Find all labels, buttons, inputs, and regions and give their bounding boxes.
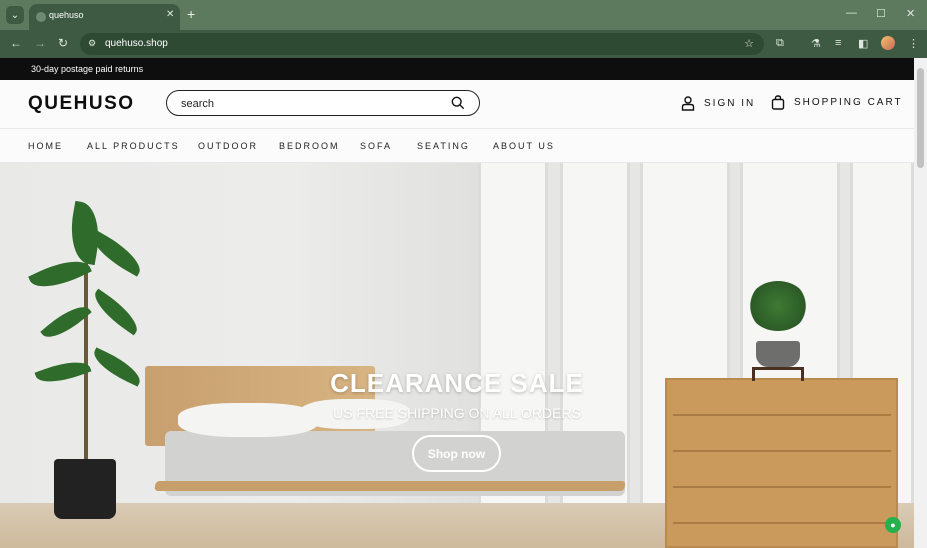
- announcement-bar: 30-day postage paid returns: [0, 58, 914, 80]
- bonsai-plant: [748, 281, 808, 331]
- search-input[interactable]: search: [166, 90, 480, 116]
- nav-item-outdoor[interactable]: OUTDOOR: [198, 141, 258, 151]
- hero-subtitle: US FREE SHIPPING ON ALL ORDERS: [333, 405, 581, 421]
- bed-frame: [154, 481, 626, 491]
- browser-tab[interactable]: quehuso ✕: [29, 4, 180, 30]
- tab-favicon-icon: [36, 12, 46, 22]
- dresser-drawer: [673, 492, 891, 524]
- back-arrow-left-icon[interactable]: ←: [10, 36, 22, 50]
- forward-arrow-right-icon[interactable]: →: [34, 36, 46, 50]
- plant-pot: [54, 459, 116, 519]
- sign-in-label: SIGN IN: [704, 98, 756, 109]
- scrollbar-thumb[interactable]: [917, 68, 924, 168]
- page-scrollbar[interactable]: [914, 58, 927, 548]
- hero-title: CLEARANCE SALE: [330, 368, 584, 398]
- dresser-drawer: [673, 420, 891, 452]
- announcement-text: 30-day postage paid returns: [31, 64, 144, 74]
- nav-item-about-us[interactable]: ABOUT US: [493, 141, 555, 151]
- tab-close-icon[interactable]: ✕: [166, 9, 174, 20]
- bonsai-pot: [756, 341, 800, 367]
- kebab-menu-icon[interactable]: ⋮: [908, 37, 919, 50]
- browser-toolbar: ← → ↻ ⚙ quehuso.shop ☆ ⧉ ⚗ ≡ ◧ ⋮: [0, 30, 927, 58]
- window-close-button[interactable]: ✕: [906, 7, 915, 20]
- nav-item-bedroom[interactable]: BEDROOM: [279, 141, 340, 151]
- nav-item-all-products[interactable]: ALL PRODUCTS: [87, 141, 180, 151]
- chat-badge-icon[interactable]: ●: [885, 517, 901, 533]
- web-page: 30-day postage paid returns QUEHUSO sear…: [0, 58, 914, 548]
- sidepanel-icon[interactable]: ◧: [858, 37, 868, 50]
- extensions-puzzle-icon[interactable]: ⧉: [776, 37, 784, 50]
- search-placeholder[interactable]: search: [181, 98, 214, 110]
- shopping-bag-icon: [771, 95, 785, 110]
- nav-item-sofa[interactable]: SOFA: [360, 141, 392, 151]
- nav-item-seating[interactable]: SEATING: [417, 141, 470, 151]
- hero-banner: CLEARANCE SALE US FREE SHIPPING ON ALL O…: [0, 163, 914, 548]
- dresser-image: [665, 378, 898, 548]
- shop-now-button[interactable]: Shop now: [412, 435, 501, 472]
- address-bar[interactable]: ⚙ quehuso.shop ☆: [80, 33, 764, 55]
- main-nav: HOME ALL PRODUCTS OUTDOOR BEDROOM SOFA S…: [0, 128, 914, 163]
- shopping-cart-link[interactable]: SHOPPING CART: [771, 95, 903, 110]
- browser-tabbar: ⌄ quehuso ✕ + — ☐ ✕: [0, 0, 927, 30]
- shopping-cart-label: SHOPPING CART: [794, 97, 903, 108]
- site-logo[interactable]: QUEHUSO: [28, 93, 135, 115]
- labs-flask-icon[interactable]: ⚗: [811, 37, 821, 50]
- nav-item-home[interactable]: HOME: [28, 141, 63, 151]
- media-icon[interactable]: ≡: [835, 37, 841, 49]
- site-header: QUEHUSO search SIGN IN SHOPPING CART: [0, 80, 914, 128]
- tab-title: quehuso: [49, 10, 84, 20]
- site-info-icon[interactable]: ⚙: [88, 38, 100, 50]
- search-icon[interactable]: [451, 96, 465, 110]
- url-text[interactable]: quehuso.shop: [105, 38, 168, 49]
- sign-in-link[interactable]: SIGN IN: [681, 96, 755, 111]
- dresser-drawer: [673, 456, 891, 488]
- profile-avatar[interactable]: [881, 36, 895, 50]
- user-icon: [681, 96, 695, 111]
- tab-menu-chevron-down-icon[interactable]: ⌄: [6, 6, 24, 24]
- window-maximize-button[interactable]: ☐: [876, 7, 886, 20]
- new-tab-button[interactable]: +: [187, 6, 195, 22]
- window-minimize-button[interactable]: —: [846, 7, 857, 19]
- reload-icon[interactable]: ↻: [58, 36, 68, 50]
- bookmark-star-icon[interactable]: ☆: [744, 37, 754, 50]
